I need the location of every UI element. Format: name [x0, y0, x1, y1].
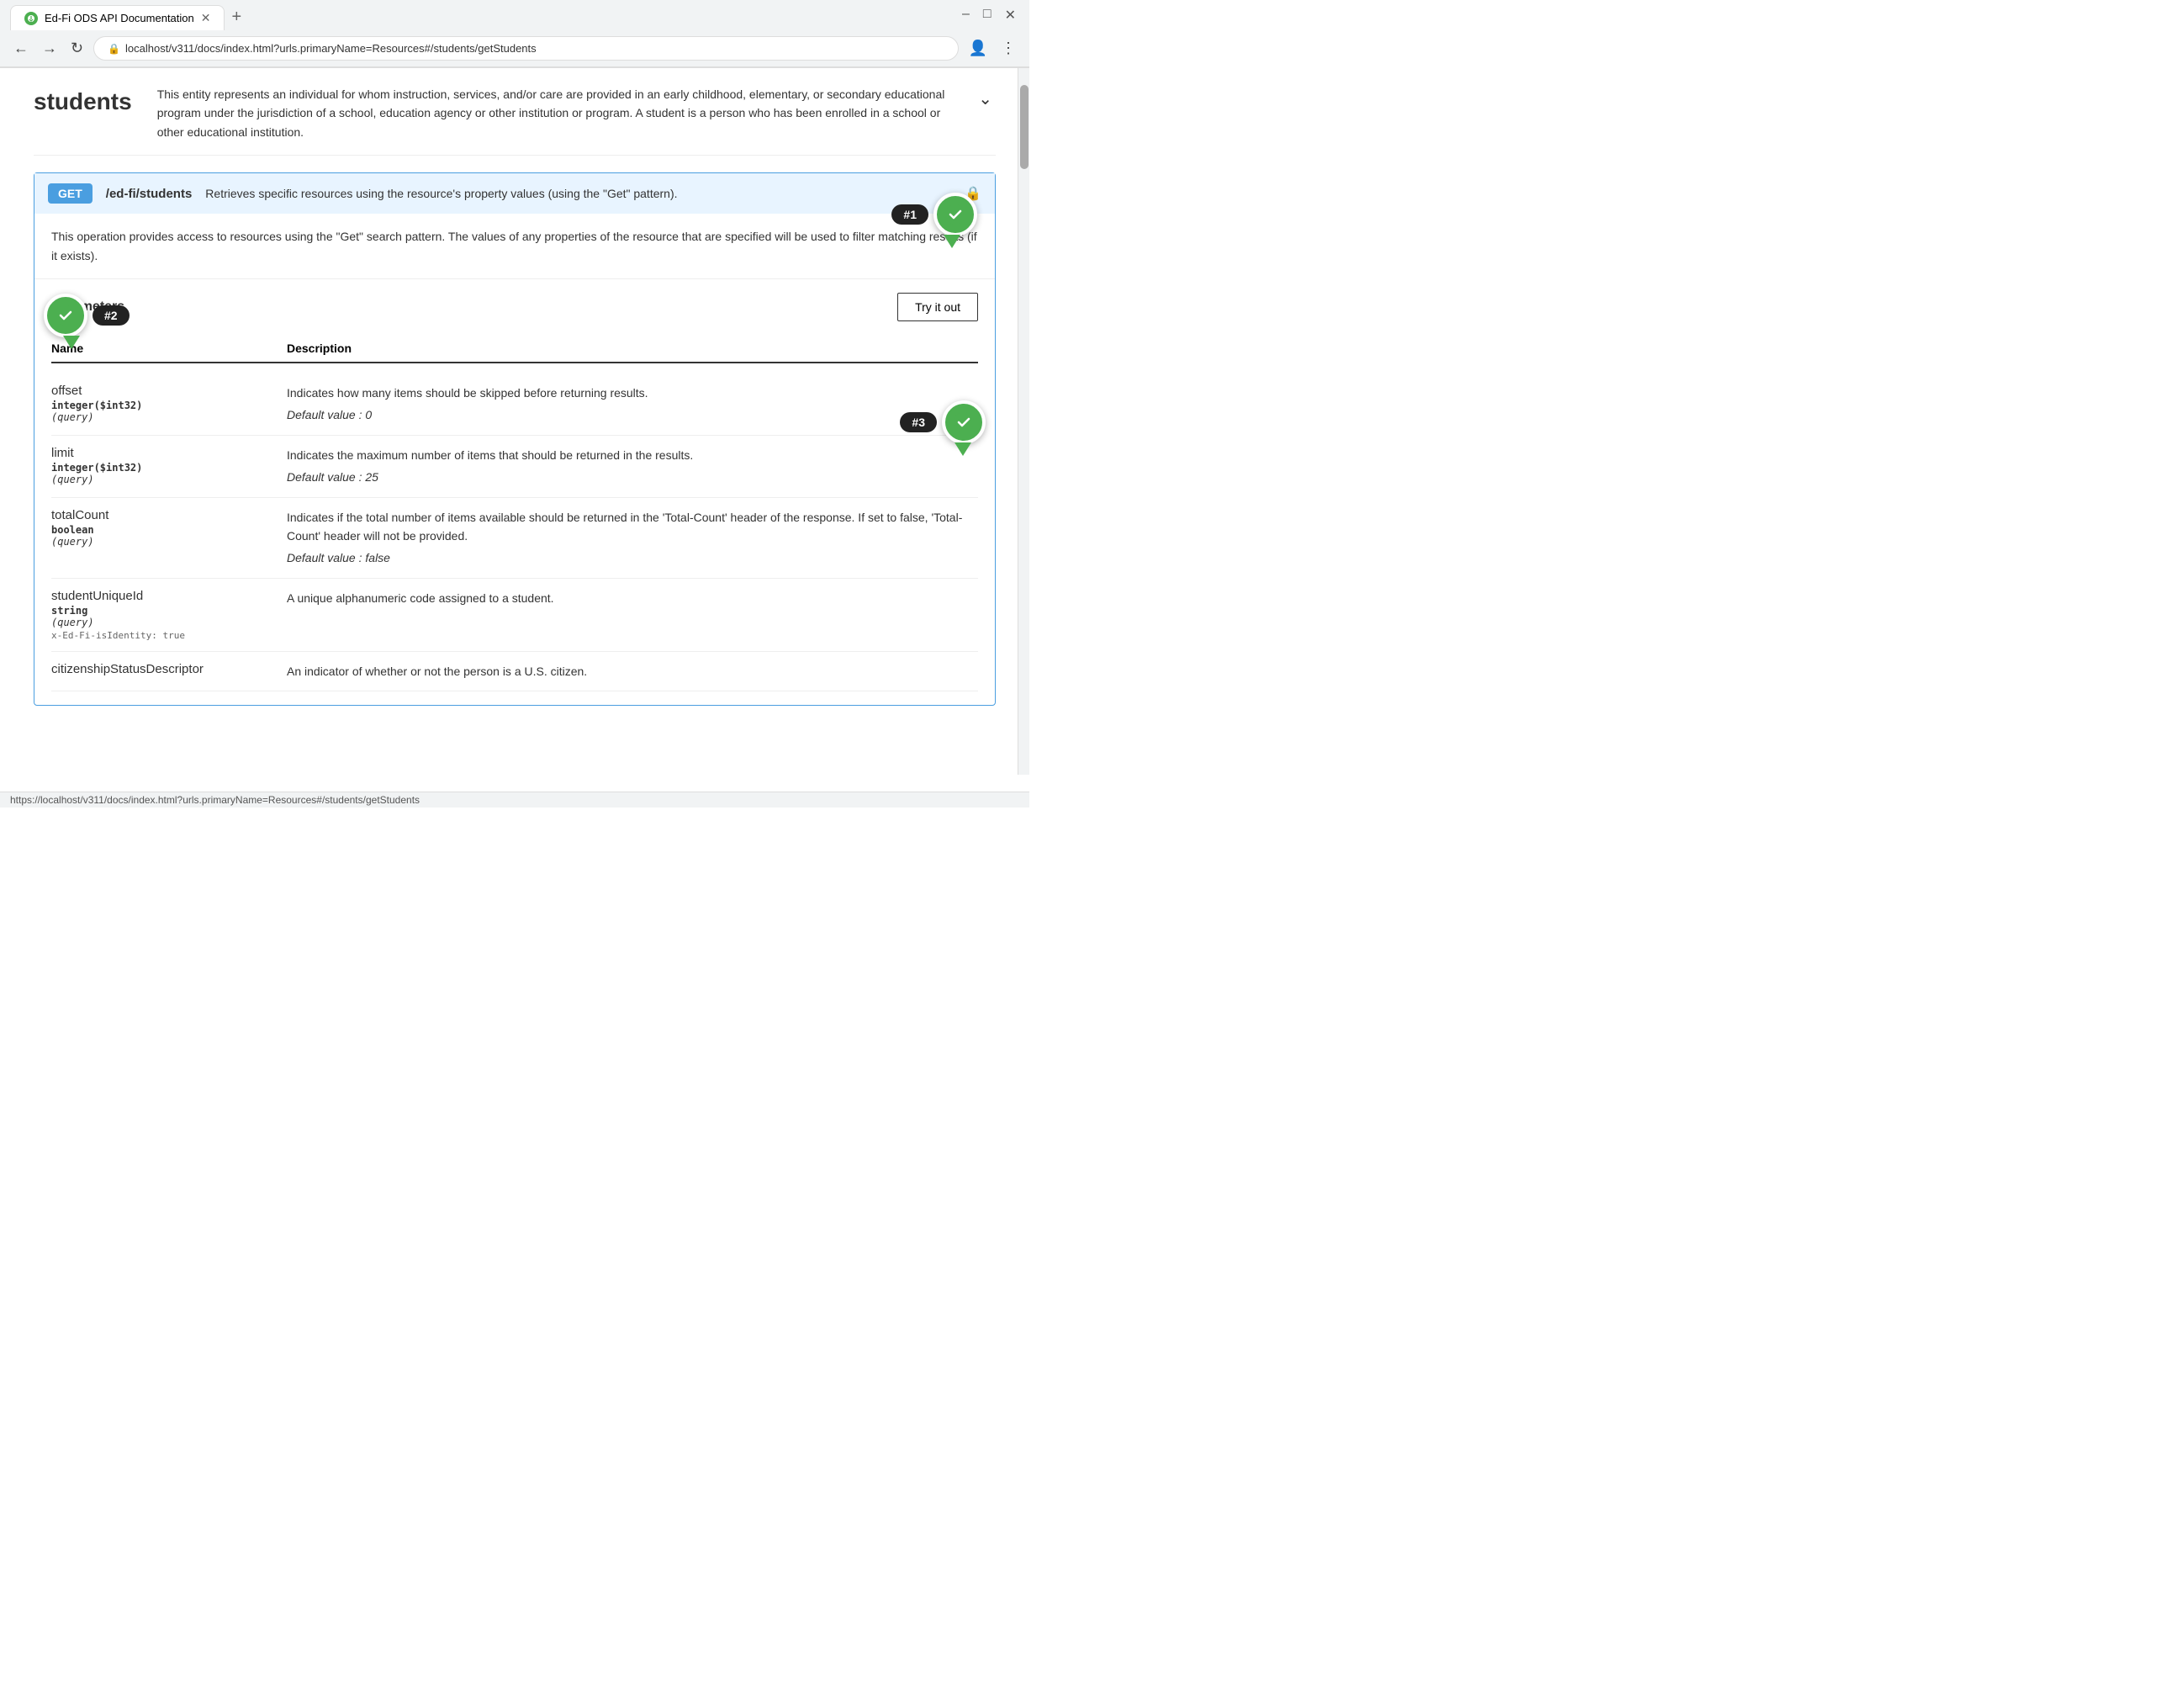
section-description: This entity represents an individual for…: [157, 85, 950, 141]
annotation-badge-3: #3: [900, 412, 937, 432]
status-bar: https://localhost/v311/docs/index.html?u…: [0, 792, 1029, 808]
page-content: students This entity represents an indiv…: [0, 68, 1029, 775]
param-default: Default value : false: [287, 548, 978, 567]
param-name: citizenshipStatusDescriptor: [51, 662, 287, 676]
param-location: (query): [51, 536, 287, 548]
annotation-pointer-1: [944, 235, 960, 248]
param-name-col: studentUniqueId string (query) x-Ed-Fi-i…: [51, 589, 287, 641]
param-type: string: [51, 605, 287, 617]
method-badge: GET: [48, 183, 93, 204]
endpoint-summary: Retrieves specific resources using the r…: [205, 187, 951, 200]
table-row: limit integer($int32) (query) Indicates …: [51, 436, 978, 498]
close-icon[interactable]: ✕: [1005, 7, 1016, 24]
annotation-3: #3: [900, 400, 986, 456]
tab-close-button[interactable]: ✕: [201, 11, 211, 25]
parameters-header: Parameters Try it out: [51, 293, 978, 321]
col-header-description: Description: [287, 342, 978, 355]
endpoint-header[interactable]: GET /ed-fi/students Retrieves specific r…: [34, 173, 995, 214]
annotation-pointer-2: [63, 336, 80, 349]
param-name-col: offset integer($int32) (query): [51, 384, 287, 423]
scrollbar[interactable]: [1018, 68, 1029, 775]
param-extra: x-Ed-Fi-isIdentity: true: [51, 630, 287, 641]
param-location: (query): [51, 617, 287, 628]
endpoint-path: /ed-fi/students: [106, 187, 193, 201]
param-name: offset: [51, 384, 287, 398]
param-name: studentUniqueId: [51, 589, 287, 603]
annotation-badge-2: #2: [93, 305, 130, 326]
annotation-check-3: [942, 400, 986, 444]
annotation-1: #1: [891, 193, 977, 248]
annotation-2: #2: [44, 294, 130, 349]
endpoint-description: This operation provides access to resour…: [34, 214, 995, 279]
table-header: Name Description: [51, 335, 978, 363]
param-description-col: Indicates the maximum number of items th…: [287, 446, 978, 487]
param-type: integer($int32): [51, 462, 287, 474]
active-tab[interactable]: Ed-Fi ODS API Documentation ✕: [10, 5, 225, 30]
param-name-col: citizenshipStatusDescriptor: [51, 662, 287, 676]
param-description-col: A unique alphanumeric code assigned to a…: [287, 589, 978, 607]
param-location: (query): [51, 411, 287, 423]
param-description-col: Indicates how many items should be skipp…: [287, 384, 978, 425]
param-description-col: Indicates if the total number of items a…: [287, 508, 978, 568]
parameters-section: Parameters Try it out Name Description o…: [34, 279, 995, 705]
section-title: students: [34, 85, 132, 115]
param-default: Default value : 0: [287, 405, 978, 424]
param-description: An indicator of whether or not the perso…: [287, 665, 587, 678]
annotation-pointer-3: [955, 442, 971, 456]
profile-button[interactable]: 👤: [965, 36, 991, 61]
param-description: A unique alphanumeric code assigned to a…: [287, 591, 554, 605]
tab-favicon: [24, 12, 38, 25]
tab-title: Ed-Fi ODS API Documentation: [45, 12, 194, 24]
param-location: (query): [51, 474, 287, 485]
param-default: Default value : 25: [287, 468, 978, 486]
window-controls: – □ ✕: [962, 7, 1016, 24]
param-description: Indicates how many items should be skipp…: [287, 386, 648, 400]
table-row: citizenshipStatusDescriptor An indicator…: [51, 652, 978, 691]
status-url: https://localhost/v311/docs/index.html?u…: [10, 794, 420, 806]
try-it-out-button[interactable]: Try it out: [897, 293, 978, 321]
parameters-table: Name Description offset integer($int32) …: [51, 335, 978, 691]
param-name: limit: [51, 446, 287, 460]
url-text: localhost/v311/docs/index.html?urls.prim…: [125, 42, 537, 55]
maximize-icon[interactable]: □: [983, 7, 992, 24]
annotation-check-2: [44, 294, 87, 337]
param-description: Indicates if the total number of items a…: [287, 511, 962, 543]
table-row: totalCount boolean (query) Indicates if …: [51, 498, 978, 579]
back-button[interactable]: ←: [10, 36, 32, 61]
menu-button[interactable]: ⋮: [997, 36, 1019, 61]
forward-button[interactable]: →: [39, 36, 61, 61]
table-row: offset integer($int32) (query) Indicates…: [51, 373, 978, 436]
minimize-icon[interactable]: –: [962, 7, 970, 24]
param-description-col: An indicator of whether or not the perso…: [287, 662, 978, 681]
lock-icon: 🔒: [108, 43, 120, 55]
endpoint-block: GET /ed-fi/students Retrieves specific r…: [34, 172, 996, 706]
param-name-col: totalCount boolean (query): [51, 508, 287, 548]
param-description: Indicates the maximum number of items th…: [287, 448, 693, 462]
annotation-badge-1: #1: [891, 204, 928, 225]
param-name: totalCount: [51, 508, 287, 522]
refresh-button[interactable]: ↻: [67, 36, 87, 61]
annotation-check-1: [933, 193, 977, 236]
url-bar[interactable]: 🔒 localhost/v311/docs/index.html?urls.pr…: [93, 36, 958, 61]
param-type: integer($int32): [51, 400, 287, 411]
param-type: boolean: [51, 524, 287, 536]
tab-bar: Ed-Fi ODS API Documentation ✕ +: [0, 0, 1029, 30]
collapse-button[interactable]: ⌄: [975, 85, 996, 113]
address-bar: ← → ↻ 🔒 localhost/v311/docs/index.html?u…: [0, 30, 1029, 67]
students-header: students This entity represents an indiv…: [34, 85, 996, 156]
param-name-col: limit integer($int32) (query): [51, 446, 287, 485]
scrollbar-thumb[interactable]: [1020, 85, 1029, 169]
table-row: studentUniqueId string (query) x-Ed-Fi-i…: [51, 579, 978, 652]
new-tab-button[interactable]: +: [225, 4, 248, 30]
